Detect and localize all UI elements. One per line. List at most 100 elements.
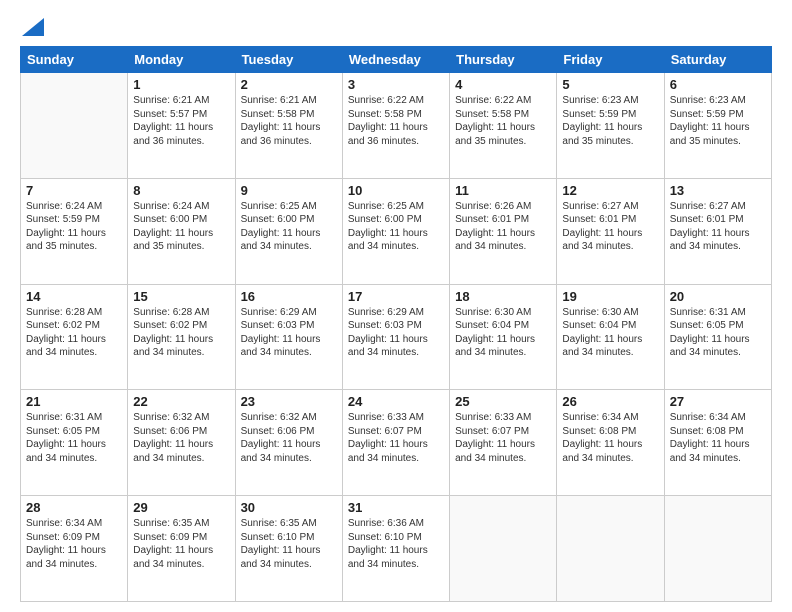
day-number: 17 [348, 289, 444, 304]
cell-info: Sunrise: 6:32 AMSunset: 6:06 PMDaylight:… [133, 411, 229, 465]
calendar-cell: 11Sunrise: 6:26 AMSunset: 6:01 PMDayligh… [450, 178, 557, 284]
calendar-cell: 1 Sunrise: 6:21 AMSunset: 5:57 PMDaylight… [128, 73, 235, 179]
cell-info: Sunrise: 6:30 AMSunset: 6:04 PMDaylight:… [455, 306, 551, 360]
cell-info: Sunrise: 6:21 AMSunset: 5:57 PMDaylight:… [133, 94, 229, 148]
day-number: 18 [455, 289, 551, 304]
cell-info: Sunrise: 6:29 AMSunset: 6:03 PMDaylight:… [241, 306, 337, 360]
calendar-cell: 12 Sunrise: 6:27 AMSunset: 6:01 PMDayligh… [557, 178, 664, 284]
cell-info: Sunrise: 6:28 AMSunset: 6:02 PMDaylight:… [133, 306, 229, 360]
calendar-cell: 21 Sunrise: 6:31 AMSunset: 6:05 PMDayligh… [21, 390, 128, 496]
day-number: 7 [26, 183, 122, 198]
calendar-cell: 4 Sunrise: 6:22 AMSunset: 5:58 PMDaylight… [450, 73, 557, 179]
cell-info: Sunrise: 6:30 AMSunset: 6:04 PMDaylight:… [562, 306, 658, 360]
day-number: 12 [562, 183, 658, 198]
week-row-3: 14 Sunrise: 6:28 AMSunset: 6:02 PMDayligh… [21, 284, 772, 390]
cell-info: Sunrise: 6:27 AMSunset: 6:01 PMDaylight:… [562, 200, 658, 254]
cell-info: Sunrise: 6:36 AMSunset: 6:10 PMDaylight:… [348, 517, 444, 571]
day-number: 16 [241, 289, 337, 304]
day-header-thursday: Thursday [450, 47, 557, 73]
day-number: 26 [562, 394, 658, 409]
week-row-1: 1 Sunrise: 6:21 AMSunset: 5:57 PMDaylight… [21, 73, 772, 179]
calendar-cell: 29 Sunrise: 6:35 AMSunset: 6:09 PMDayligh… [128, 496, 235, 602]
day-number: 10 [348, 183, 444, 198]
cell-info: Sunrise: 6:33 AMSunset: 6:07 PMDaylight:… [348, 411, 444, 465]
week-row-2: 7 Sunrise: 6:24 AMSunset: 5:59 PMDaylight… [21, 178, 772, 284]
day-number: 25 [455, 394, 551, 409]
day-header-friday: Friday [557, 47, 664, 73]
calendar-cell [557, 496, 664, 602]
calendar-cell: 24 Sunrise: 6:33 AMSunset: 6:07 PMDayligh… [342, 390, 449, 496]
cell-info: Sunrise: 6:35 AMSunset: 6:10 PMDaylight:… [241, 517, 337, 571]
calendar-cell: 9Sunrise: 6:25 AMSunset: 6:00 PMDaylight… [235, 178, 342, 284]
calendar-cell [664, 496, 771, 602]
calendar-cell: 27Sunrise: 6:34 AMSunset: 6:08 PMDayligh… [664, 390, 771, 496]
cell-info: Sunrise: 6:31 AMSunset: 6:05 PMDaylight:… [26, 411, 122, 465]
week-row-4: 21 Sunrise: 6:31 AMSunset: 6:05 PMDayligh… [21, 390, 772, 496]
calendar-cell: 2 Sunrise: 6:21 AMSunset: 5:58 PMDaylight… [235, 73, 342, 179]
day-number: 23 [241, 394, 337, 409]
calendar-cell: 18 Sunrise: 6:30 AMSunset: 6:04 PMDayligh… [450, 284, 557, 390]
week-row-5: 28 Sunrise: 6:34 AMSunset: 6:09 PMDayligh… [21, 496, 772, 602]
calendar-table: SundayMondayTuesdayWednesdayThursdayFrid… [20, 46, 772, 602]
calendar-cell: 13Sunrise: 6:27 AMSunset: 6:01 PMDayligh… [664, 178, 771, 284]
cell-info: Sunrise: 6:28 AMSunset: 6:02 PMDaylight:… [26, 306, 122, 360]
day-number: 2 [241, 77, 337, 92]
day-number: 28 [26, 500, 122, 515]
day-number: 14 [26, 289, 122, 304]
cell-info: Sunrise: 6:34 AMSunset: 6:08 PMDaylight:… [670, 411, 766, 465]
calendar-cell: 23Sunrise: 6:32 AMSunset: 6:06 PMDayligh… [235, 390, 342, 496]
calendar-cell: 6Sunrise: 6:23 AMSunset: 5:59 PMDaylight… [664, 73, 771, 179]
header [20, 16, 772, 36]
cell-info: Sunrise: 6:22 AMSunset: 5:58 PMDaylight:… [455, 94, 551, 148]
cell-info: Sunrise: 6:23 AMSunset: 5:59 PMDaylight:… [670, 94, 766, 148]
cell-info: Sunrise: 6:29 AMSunset: 6:03 PMDaylight:… [348, 306, 444, 360]
day-header-wednesday: Wednesday [342, 47, 449, 73]
calendar-cell: 15 Sunrise: 6:28 AMSunset: 6:02 PMDayligh… [128, 284, 235, 390]
cell-info: Sunrise: 6:24 AMSunset: 6:00 PMDaylight:… [133, 200, 229, 254]
cell-info: Sunrise: 6:31 AMSunset: 6:05 PMDaylight:… [670, 306, 766, 360]
calendar-cell: 20 Sunrise: 6:31 AMSunset: 6:05 PMDayligh… [664, 284, 771, 390]
day-number: 8 [133, 183, 229, 198]
day-number: 21 [26, 394, 122, 409]
day-number: 4 [455, 77, 551, 92]
calendar-cell: 3Sunrise: 6:22 AMSunset: 5:58 PMDaylight… [342, 73, 449, 179]
calendar-cell: 8 Sunrise: 6:24 AMSunset: 6:00 PMDaylight… [128, 178, 235, 284]
cell-info: Sunrise: 6:25 AMSunset: 6:00 PMDaylight:… [241, 200, 337, 254]
day-number: 22 [133, 394, 229, 409]
day-number: 15 [133, 289, 229, 304]
day-number: 24 [348, 394, 444, 409]
calendar-cell: 16 Sunrise: 6:29 AMSunset: 6:03 PMDayligh… [235, 284, 342, 390]
day-header-tuesday: Tuesday [235, 47, 342, 73]
calendar-cell: 22 Sunrise: 6:32 AMSunset: 6:06 PMDayligh… [128, 390, 235, 496]
cell-info: Sunrise: 6:23 AMSunset: 5:59 PMDaylight:… [562, 94, 658, 148]
day-header-monday: Monday [128, 47, 235, 73]
logo-icon [22, 18, 44, 36]
calendar-cell: 17 Sunrise: 6:29 AMSunset: 6:03 PMDayligh… [342, 284, 449, 390]
calendar-cell: 14 Sunrise: 6:28 AMSunset: 6:02 PMDayligh… [21, 284, 128, 390]
cell-info: Sunrise: 6:34 AMSunset: 6:08 PMDaylight:… [562, 411, 658, 465]
cell-info: Sunrise: 6:21 AMSunset: 5:58 PMDaylight:… [241, 94, 337, 148]
calendar-cell [21, 73, 128, 179]
calendar-cell: 28 Sunrise: 6:34 AMSunset: 6:09 PMDayligh… [21, 496, 128, 602]
calendar-header-row: SundayMondayTuesdayWednesdayThursdayFrid… [21, 47, 772, 73]
calendar-cell: 30Sunrise: 6:35 AMSunset: 6:10 PMDayligh… [235, 496, 342, 602]
calendar-cell: 25 Sunrise: 6:33 AMSunset: 6:07 PMDayligh… [450, 390, 557, 496]
calendar-cell: 31Sunrise: 6:36 AMSunset: 6:10 PMDayligh… [342, 496, 449, 602]
day-number: 1 [133, 77, 229, 92]
cell-info: Sunrise: 6:34 AMSunset: 6:09 PMDaylight:… [26, 517, 122, 571]
cell-info: Sunrise: 6:25 AMSunset: 6:00 PMDaylight:… [348, 200, 444, 254]
calendar-cell: 10 Sunrise: 6:25 AMSunset: 6:00 PMDayligh… [342, 178, 449, 284]
day-number: 5 [562, 77, 658, 92]
calendar-cell: 19 Sunrise: 6:30 AMSunset: 6:04 PMDayligh… [557, 284, 664, 390]
cell-info: Sunrise: 6:27 AMSunset: 6:01 PMDaylight:… [670, 200, 766, 254]
day-number: 20 [670, 289, 766, 304]
day-number: 29 [133, 500, 229, 515]
cell-info: Sunrise: 6:24 AMSunset: 5:59 PMDaylight:… [26, 200, 122, 254]
cell-info: Sunrise: 6:35 AMSunset: 6:09 PMDaylight:… [133, 517, 229, 571]
day-number: 11 [455, 183, 551, 198]
calendar-cell [450, 496, 557, 602]
cell-info: Sunrise: 6:33 AMSunset: 6:07 PMDaylight:… [455, 411, 551, 465]
day-number: 19 [562, 289, 658, 304]
cell-info: Sunrise: 6:22 AMSunset: 5:58 PMDaylight:… [348, 94, 444, 148]
calendar-cell: 7 Sunrise: 6:24 AMSunset: 5:59 PMDaylight… [21, 178, 128, 284]
